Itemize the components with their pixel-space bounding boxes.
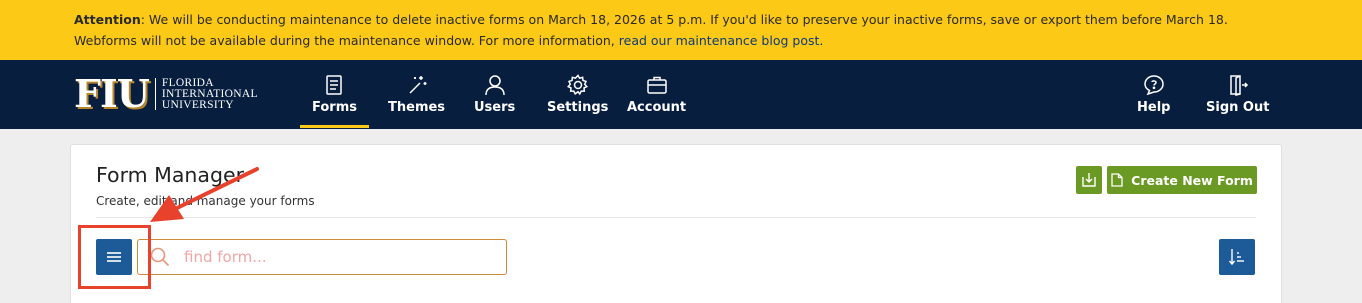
- create-new-form-label: Create New Form: [1131, 172, 1253, 188]
- nav-themes[interactable]: Themes: [388, 74, 445, 115]
- help-bubble-icon: [1143, 75, 1164, 96]
- magic-wand-icon: [408, 76, 427, 94]
- highlight-box: [78, 225, 151, 289]
- notice-label: Attention: [74, 12, 141, 27]
- search-box[interactable]: [137, 239, 507, 275]
- forms-icon: [326, 75, 343, 95]
- nav-sign-out[interactable]: Sign Out: [1206, 74, 1269, 115]
- document-icon: [1111, 173, 1123, 187]
- logo-mark: FIU: [74, 71, 150, 116]
- logo-line-3: UNIVERSITY: [161, 98, 234, 111]
- maintenance-notice: Attention: We will be conducting mainten…: [0, 0, 1362, 60]
- fiu-logo[interactable]: FIU FLORIDA INTERNATIONAL UNIVERSITY: [74, 71, 258, 116]
- sign-out-icon: [1229, 75, 1248, 96]
- search-input[interactable]: [184, 248, 484, 266]
- export-button[interactable]: [1076, 166, 1102, 194]
- nav-forms-label: Forms: [312, 100, 357, 115]
- nav-settings-label: Settings: [547, 100, 609, 115]
- nav-users[interactable]: Users: [474, 74, 515, 115]
- logo-text: FLORIDA INTERNATIONAL UNIVERSITY: [161, 77, 258, 111]
- create-new-form-button[interactable]: Create New Form: [1107, 166, 1257, 194]
- sort-button[interactable]: [1219, 239, 1255, 275]
- download-icon: [1082, 173, 1096, 187]
- top-navigation: FIU FLORIDA INTERNATIONAL UNIVERSITY For…: [0, 60, 1362, 129]
- nav-themes-label: Themes: [388, 100, 446, 115]
- form-manager-panel: Form Manager Create, edit and manage you…: [70, 144, 1282, 303]
- nav-settings[interactable]: Settings: [547, 74, 608, 115]
- search-icon: [150, 247, 170, 267]
- user-icon: [484, 75, 505, 96]
- page-title: Form Manager: [96, 163, 245, 187]
- maintenance-blog-link[interactable]: read our maintenance blog post.: [619, 33, 824, 48]
- nav-sign-out-label: Sign Out: [1206, 100, 1270, 115]
- sort-descending-icon: [1228, 249, 1244, 266]
- logo-separator: [154, 78, 156, 110]
- nav-help-label: Help: [1137, 100, 1171, 115]
- header-divider: [96, 217, 1256, 218]
- briefcase-icon: [646, 76, 667, 94]
- page-subtitle: Create, edit and manage your forms: [96, 194, 315, 208]
- gear-icon: [566, 74, 588, 96]
- nav-users-label: Users: [474, 100, 516, 115]
- nav-help[interactable]: Help: [1137, 74, 1170, 115]
- nav-account[interactable]: Account: [627, 74, 686, 115]
- nav-forms[interactable]: Forms: [300, 74, 369, 128]
- nav-account-label: Account: [627, 100, 687, 115]
